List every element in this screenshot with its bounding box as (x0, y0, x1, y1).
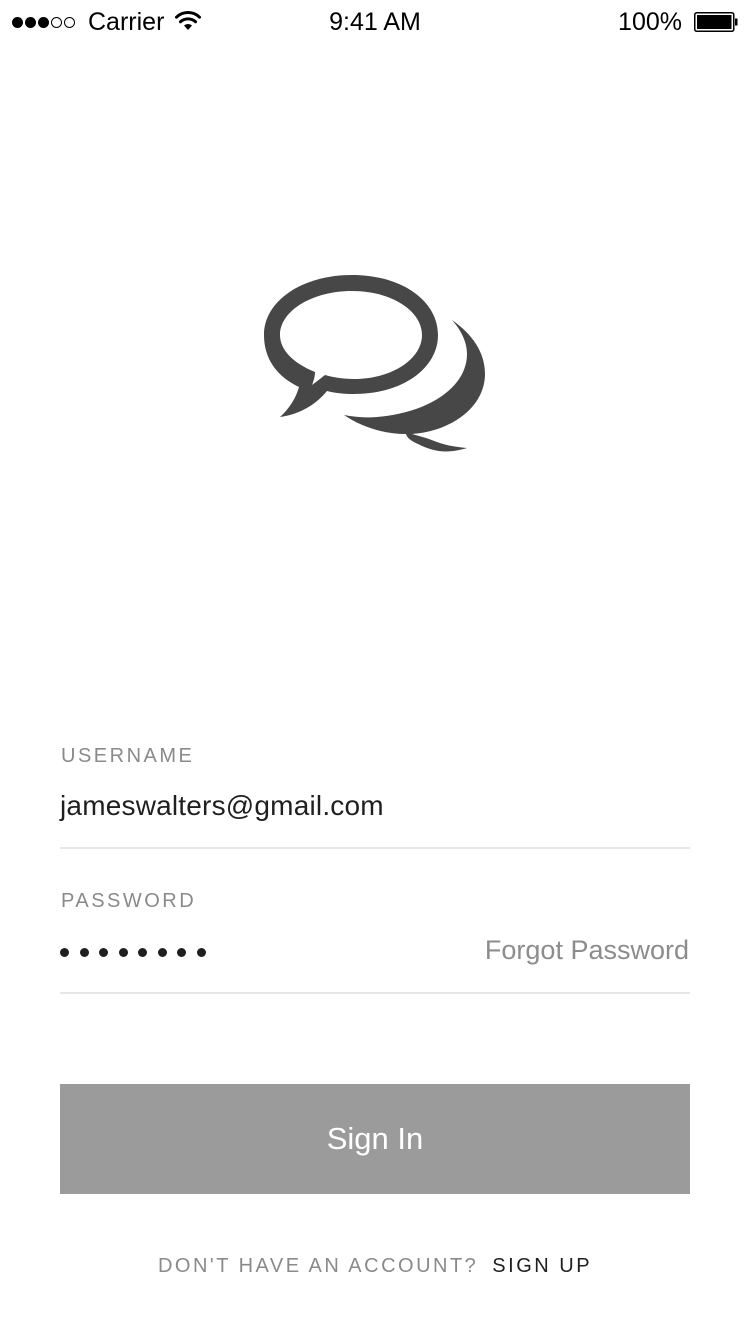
signup-prompt: DON'T HAVE AN ACCOUNT? SIGN UP (0, 1255, 750, 1278)
password-mask-dot (99, 948, 108, 957)
battery-percentage: 100% (618, 8, 682, 36)
divider (60, 992, 690, 994)
password-mask-dot (177, 948, 186, 957)
battery-icon (694, 12, 738, 32)
password-mask-dot (60, 948, 69, 957)
password-mask-dot (118, 948, 128, 957)
status-bar: Carrier 9:41 AM 100% (0, 0, 750, 44)
chat-bubbles-icon (264, 275, 485, 452)
password-label: PASSWORD (61, 890, 197, 912)
password-mask-dot (138, 948, 147, 957)
sign-up-link[interactable]: SIGN UP (492, 1255, 592, 1277)
divider (60, 847, 690, 849)
username-label: USERNAME (61, 745, 195, 767)
sign-in-button[interactable]: Sign In (60, 1084, 690, 1194)
signup-question: DON'T HAVE AN ACCOUNT? (157, 1255, 479, 1277)
forgot-password-link[interactable]: Forgot Password (485, 935, 689, 966)
password-input[interactable] (60, 948, 216, 957)
password-mask-dot (196, 948, 206, 957)
password-mask-dot (79, 948, 89, 957)
username-input[interactable]: jameswalters@gmail.com (60, 790, 384, 822)
password-mask-dot (157, 948, 167, 957)
